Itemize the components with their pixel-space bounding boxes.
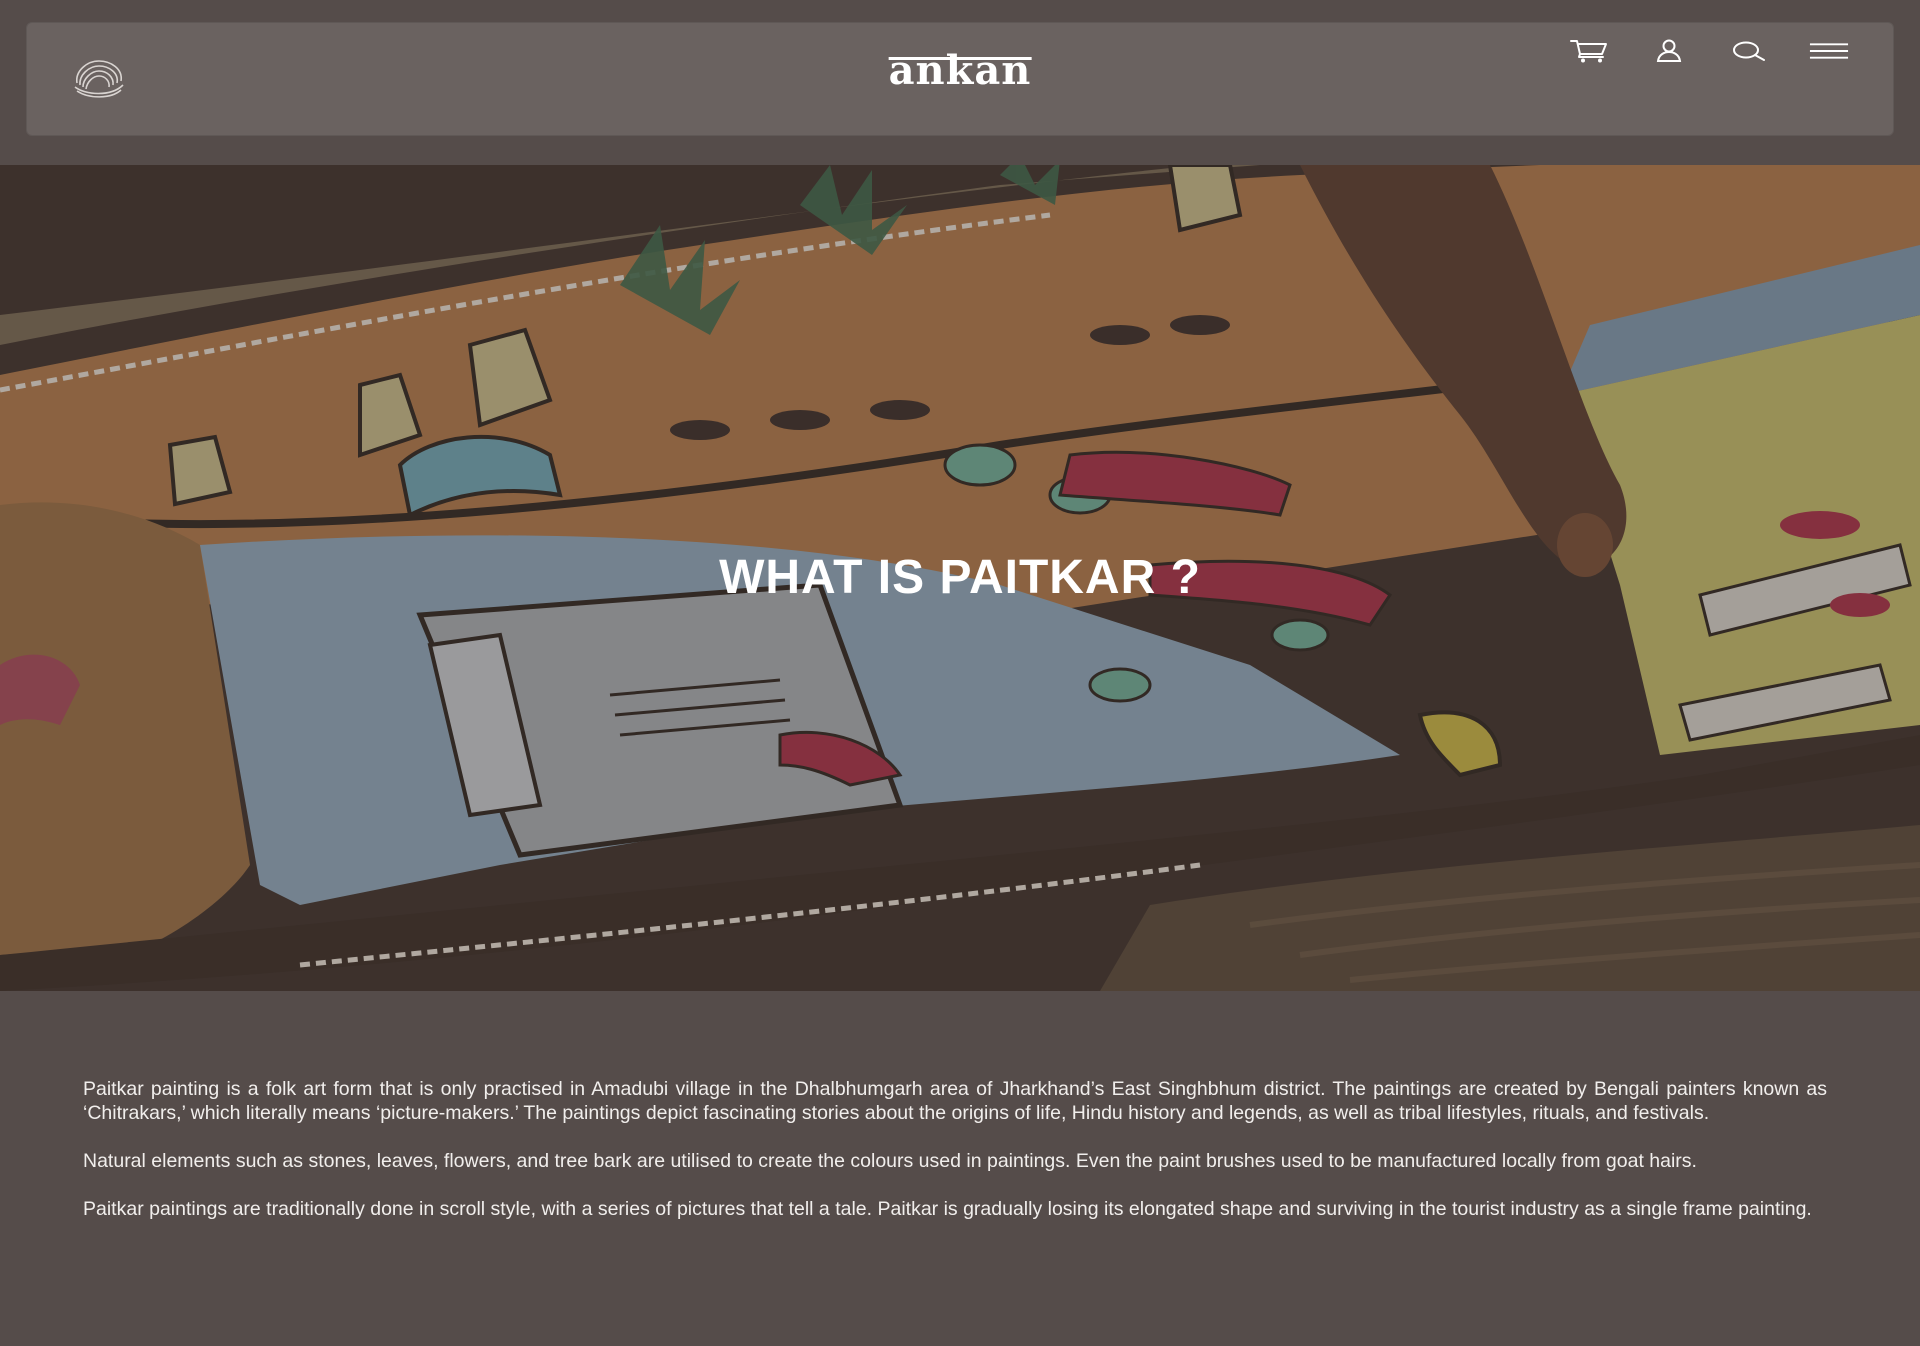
paragraph: Paitkar paintings are traditionally done… [83, 1198, 1812, 1220]
brand-logo-text: ankan [888, 47, 1032, 94]
header-nav-icons [1569, 33, 1849, 69]
brand-logo[interactable]: ankan [888, 51, 1032, 91]
paragraph: Paitkar painting is a folk art form that… [83, 1078, 1827, 1124]
menu-icon[interactable] [1809, 33, 1849, 69]
user-icon[interactable] [1649, 33, 1689, 69]
article-content: Paitkar painting is a folk art form that… [83, 1077, 1827, 1245]
site-header: ankan [26, 22, 1894, 136]
paragraph: Natural elements such as stones, leaves,… [83, 1150, 1697, 1172]
swirl-emblem-icon[interactable] [71, 53, 127, 101]
search-icon[interactable] [1729, 33, 1769, 69]
page: ankan WHAT IS PAITKAR ? Paitkar painting… [0, 0, 1920, 1346]
cart-icon[interactable] [1569, 33, 1609, 69]
hero-banner: WHAT IS PAITKAR ? [0, 165, 1920, 991]
hero-title: WHAT IS PAITKAR ? [719, 551, 1201, 604]
